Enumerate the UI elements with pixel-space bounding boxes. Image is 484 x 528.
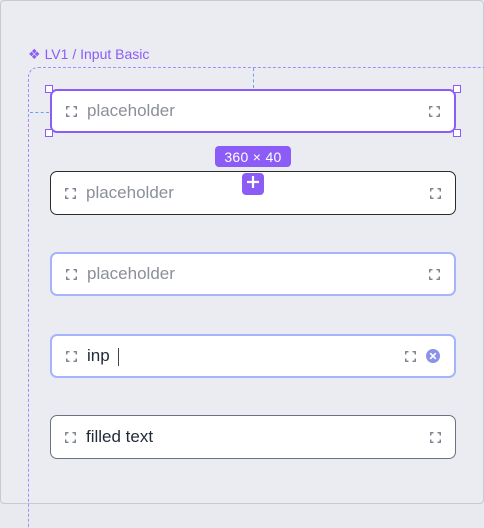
- frame-icon: [65, 431, 76, 443]
- add-button[interactable]: [242, 173, 264, 195]
- resize-handle-bottom-right[interactable]: [453, 129, 461, 137]
- frame-icon: [430, 431, 441, 443]
- input-filled[interactable]: filled text: [50, 415, 456, 459]
- frame-icon: [66, 350, 77, 362]
- frame-icon: [66, 268, 77, 280]
- resize-handle-bottom-left[interactable]: [45, 129, 53, 137]
- component-diamond-icon: ❖: [28, 46, 41, 62]
- input-hover[interactable]: placeholder: [50, 252, 456, 296]
- frame-icon: [429, 268, 440, 280]
- input-selected[interactable]: placeholder: [50, 89, 456, 133]
- input-placeholder: placeholder: [87, 101, 175, 120]
- resize-handle-top-right[interactable]: [453, 85, 461, 93]
- input-trailing-icons: [405, 349, 440, 363]
- input-value: inp: [87, 346, 110, 365]
- text-caret: [117, 347, 119, 366]
- component-label[interactable]: ❖ LV1 / Input Basic: [28, 46, 149, 62]
- frame-icon: [405, 350, 416, 362]
- size-badge: 360 × 40: [215, 146, 291, 167]
- resize-handle-top-left[interactable]: [45, 85, 53, 93]
- spacing-guide-horizontal: [30, 112, 49, 113]
- input-text-wrapper: inp: [87, 346, 405, 366]
- input-placeholder: placeholder: [87, 264, 175, 283]
- input-value: filled text: [86, 427, 154, 446]
- frame-icon: [66, 105, 77, 117]
- clear-icon[interactable]: [426, 349, 440, 363]
- frame-icon: [65, 187, 76, 199]
- frame-icon: [430, 187, 441, 199]
- spacing-guide-vertical: [253, 68, 254, 88]
- component-name: LV1 / Input Basic: [44, 46, 150, 62]
- plus-icon: [246, 175, 260, 193]
- frame-icon: [429, 105, 440, 117]
- input-typing[interactable]: inp: [50, 334, 456, 378]
